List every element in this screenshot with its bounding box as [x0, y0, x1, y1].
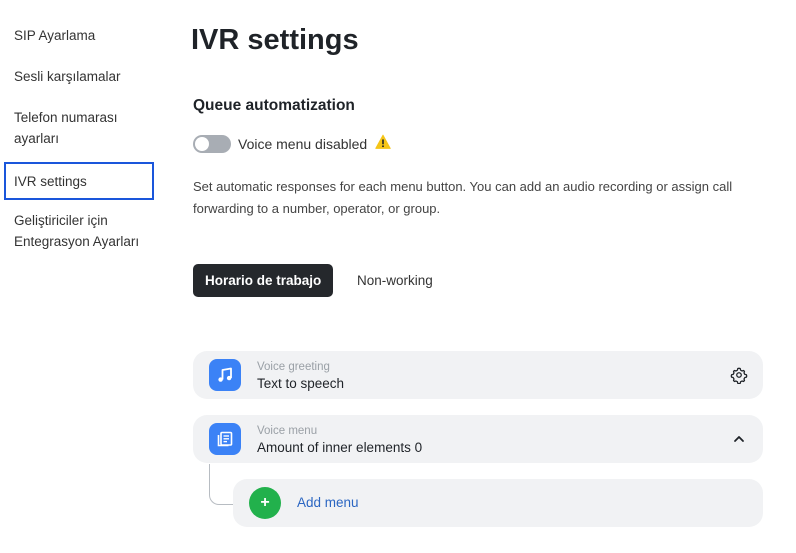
warning-triangle-icon — [375, 134, 391, 149]
sidebar-item-ivr-settings[interactable]: IVR settings — [4, 162, 154, 200]
sidebar: SIP Ayarlama Sesli karşılamalar Telefon … — [0, 0, 165, 553]
section-title: Queue automatization — [193, 97, 355, 114]
sidebar-item-sip-ayarlama[interactable]: SIP Ayarlama — [4, 25, 154, 46]
voice-menu-caption: Voice menu — [257, 425, 318, 437]
gear-icon[interactable] — [729, 365, 749, 385]
plus-icon: + — [249, 487, 281, 519]
music-note-icon — [209, 359, 241, 391]
voice-menu-toggle[interactable] — [193, 135, 231, 153]
description-text: Set automatic responses for each menu bu… — [193, 179, 733, 216]
chevron-up-icon[interactable] — [729, 429, 749, 449]
sidebar-item-sesli-karsilamalar[interactable]: Sesli karşılamalar — [4, 66, 154, 87]
document-list-icon — [209, 423, 241, 455]
sidebar-item-telefon-numarasi[interactable]: Telefon numarası ayarları — [4, 107, 154, 149]
voice-greeting-value: Text to speech — [257, 376, 345, 391]
voice-greeting-caption: Voice greeting — [257, 361, 330, 373]
page-title: IVR settings — [191, 24, 359, 56]
toggle-label: Voice menu disabled — [238, 136, 368, 152]
voice-greeting-card[interactable]: Voice greeting Text to speech — [193, 351, 763, 399]
voice-menu-value: Amount of inner elements 0 — [257, 440, 423, 455]
voice-menu-card[interactable]: Voice menu Amount of inner elements 0 — [193, 415, 763, 463]
add-menu-label: Add menu — [297, 495, 359, 510]
toggle-knob — [195, 137, 209, 151]
add-menu-button[interactable]: + Add menu — [233, 479, 763, 527]
sidebar-item-entegrasyon[interactable]: Geliştiriciler için Entegrasyon Ayarları — [4, 210, 154, 252]
tree-connector — [209, 464, 234, 505]
tab-working-hours[interactable]: Horario de trabajo — [193, 264, 334, 297]
tab-non-working[interactable]: Non-working — [357, 264, 433, 297]
